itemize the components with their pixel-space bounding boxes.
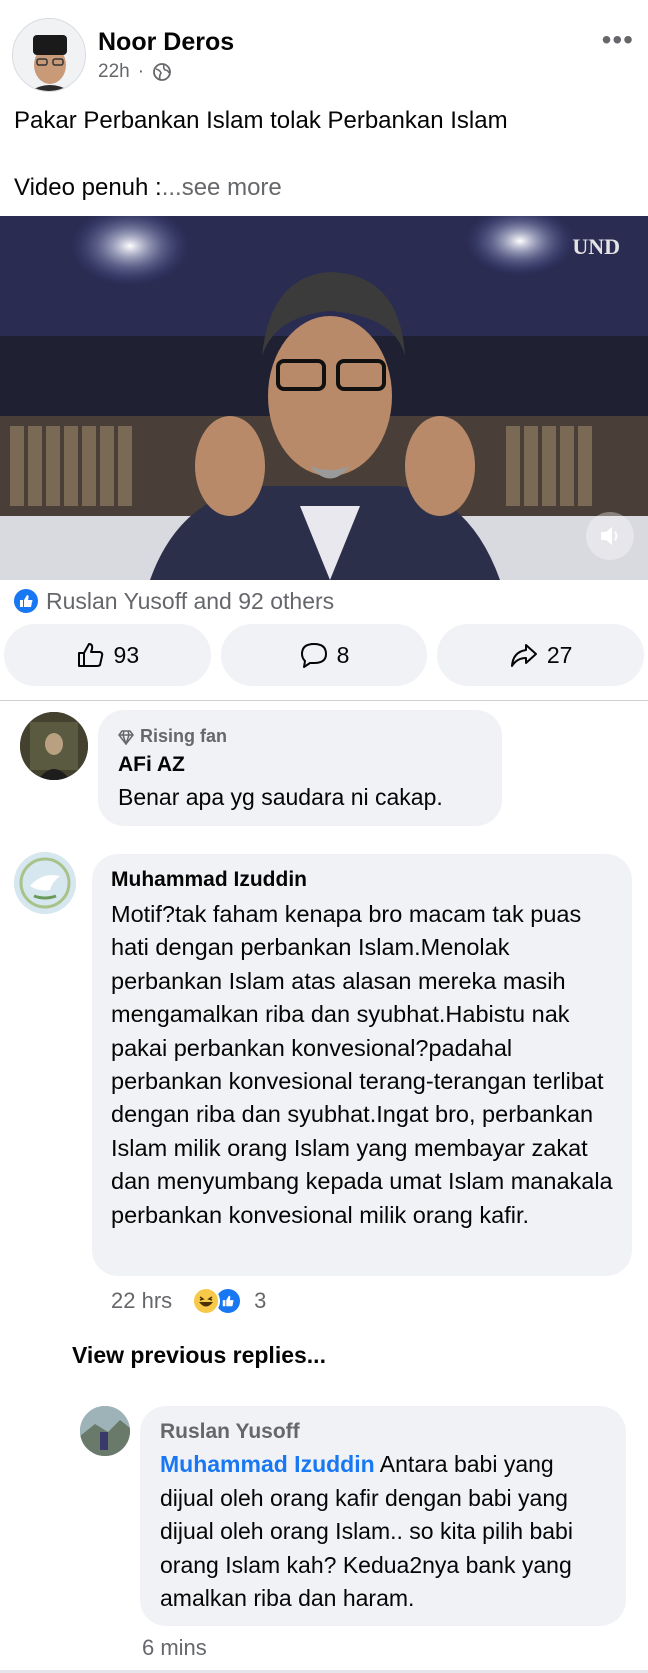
post-meta: 22h · — [98, 61, 172, 83]
reply-meta: 6 mins — [142, 1635, 207, 1661]
haha-reaction-icon — [192, 1287, 221, 1315]
comment-bubble: Rising fan AFi AZ Benar apa yg saudara n… — [98, 710, 502, 826]
meta-separator: · — [137, 61, 145, 82]
reply-time[interactable]: 6 mins — [142, 1635, 207, 1661]
reactions-summary[interactable]: Ruslan Yusoff and 92 others — [12, 586, 334, 616]
post-text-2: Video penuh :...see more — [14, 173, 282, 203]
comment-bubble: Muhammad Izuddin Motif?tak faham kenapa … — [92, 854, 632, 1276]
author-avatar[interactable] — [12, 18, 86, 92]
divider — [0, 700, 648, 701]
volume-icon[interactable] — [586, 512, 634, 560]
reactions-text: Ruslan Yusoff and 92 others — [46, 587, 335, 614]
post-header: Noor Deros 22h · ••• — [0, 0, 648, 100]
author-name[interactable]: Noor Deros — [98, 28, 234, 57]
video-watermark: UND — [572, 234, 620, 259]
comment-reactions[interactable] — [192, 1287, 243, 1315]
reply-text: Muhammad Izuddin Antara babi yang dijual… — [160, 1448, 606, 1616]
more-options-icon[interactable]: ••• — [602, 26, 634, 54]
replier-name[interactable]: Ruslan Yusoff — [160, 1420, 606, 1444]
comment-count: 8 — [336, 641, 350, 668]
see-more-link[interactable]: ...see more — [162, 174, 282, 201]
comment-time[interactable]: 22 hrs — [111, 1288, 172, 1314]
post-actions: 93 8 27 — [4, 624, 645, 686]
like-button[interactable]: 93 — [4, 624, 211, 686]
comment-text: Motif?tak faham kenapa bro macam tak pua… — [111, 901, 613, 1228]
comment-text: Benar apa yg saudara ni cakap. — [118, 784, 443, 810]
share-count: 27 — [546, 641, 573, 668]
share-button[interactable]: 27 — [437, 624, 645, 686]
like-count: 93 — [113, 641, 140, 668]
post-text-2-label: Video penuh : — [14, 174, 162, 201]
commenter-avatar[interactable] — [14, 852, 76, 914]
comment-icon — [300, 643, 327, 668]
commenter-avatar[interactable] — [20, 712, 88, 780]
like-reaction-icon — [12, 587, 40, 615]
replier-avatar[interactable] — [80, 1406, 130, 1456]
post-text: Pakar Perbankan Islam tolak Perbankan Is… — [14, 107, 508, 134]
thumbs-up-icon — [77, 643, 103, 667]
share-icon — [510, 644, 537, 667]
reply-bubble: Ruslan Yusoff Muhammad Izuddin Antara ba… — [140, 1406, 626, 1626]
rising-fan-badge: Rising fan — [118, 726, 482, 747]
video-frame — [0, 216, 648, 580]
comment-meta: 22 hrs 3 — [111, 1287, 266, 1315]
commenter-name[interactable]: AFi AZ — [118, 753, 482, 777]
post-time[interactable]: 22h — [98, 61, 130, 83]
badge-label: Rising fan — [140, 726, 228, 746]
reaction-count: 3 — [254, 1288, 267, 1313]
mention-link[interactable]: Muhammad Izuddin — [160, 1451, 375, 1477]
post-video[interactable]: UND — [0, 216, 648, 580]
view-previous-replies-link[interactable]: View previous replies... — [72, 1342, 326, 1369]
commenter-name[interactable]: Muhammad Izuddin — [111, 868, 613, 892]
globe-icon — [153, 63, 171, 81]
diamond-icon — [118, 729, 134, 745]
comment-button[interactable]: 8 — [220, 624, 428, 686]
